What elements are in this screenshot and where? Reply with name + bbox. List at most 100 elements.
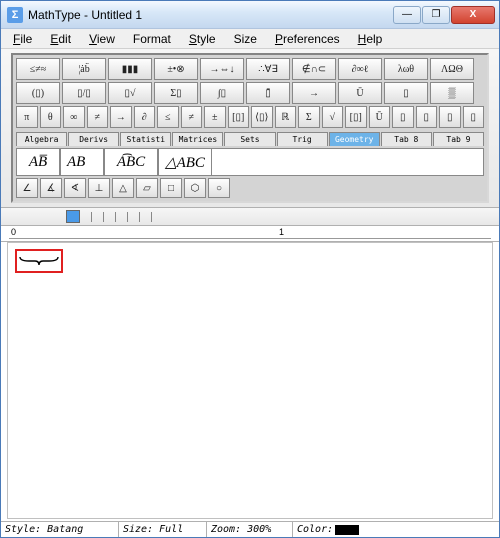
palette2-btn-2[interactable]: ▯√ <box>108 82 152 104</box>
palette2-btn-6[interactable]: → <box>292 82 336 104</box>
tab-geometry[interactable]: Geometry <box>329 132 380 146</box>
palette3-btn-12[interactable]: Σ <box>298 106 320 128</box>
menu-file[interactable]: File <box>5 31 40 47</box>
close-button[interactable]: X <box>451 6 495 24</box>
menu-size[interactable]: Size <box>226 31 265 47</box>
tab-tab 9[interactable]: Tab 9 <box>433 132 484 146</box>
palette1-btn-2[interactable]: ▮▮▮ <box>108 58 152 80</box>
status-zoom: Zoom: 300% <box>207 522 293 537</box>
geom-btn-4[interactable]: △ <box>112 178 134 198</box>
palette2-btn-3[interactable]: Σ▯ <box>154 82 198 104</box>
status-color: Color: <box>293 522 499 537</box>
palette1-btn-6[interactable]: ∉∩⊂ <box>292 58 336 80</box>
tab-algebra[interactable]: Algebra <box>16 132 67 146</box>
tab-statisti[interactable]: Statisti <box>120 132 171 146</box>
maximize-button[interactable]: ❐ <box>422 6 450 24</box>
tab-trig[interactable]: Trig <box>277 132 328 146</box>
palette3-btn-17[interactable]: ▯ <box>416 106 438 128</box>
menu-style[interactable]: Style <box>181 31 224 47</box>
template-palette-row2: (▯)▯/▯▯√Σ▯∫▯▯̄→Ū▯▒ <box>16 82 484 104</box>
statusbar: Style: Batang Size: Full Zoom: 300% Colo… <box>1 521 499 537</box>
palette3-btn-3[interactable]: ≠ <box>87 106 109 128</box>
ruler-mark-1: 1 <box>279 227 284 237</box>
status-size: Size: Full <box>119 522 207 537</box>
palette1-btn-9[interactable]: ΛΩΘ <box>430 58 474 80</box>
tab-sets[interactable]: Sets <box>224 132 275 146</box>
palette1-btn-1[interactable]: ¦ȧb̈ <box>62 58 106 80</box>
palette3-btn-9[interactable]: [▯] <box>228 106 250 128</box>
color-indicator[interactable] <box>66 210 80 223</box>
geom-btn-1[interactable]: ∡ <box>40 178 62 198</box>
color-swatch[interactable] <box>335 525 359 535</box>
symbol-palette-row1: ≤≠≈¦ȧb̈▮▮▮±•⊗→⇔↓∴∀∃∉∩⊂∂∞ℓλωθΛΩΘ <box>16 58 484 80</box>
app-window: Σ MathType - Untitled 1 — ❐ X FileEditVi… <box>0 0 500 538</box>
geometry-symbols-row: ∠∡∢⊥△▱□⬡○ <box>16 178 484 198</box>
palette3-btn-7[interactable]: ≠ <box>181 106 203 128</box>
palette3-btn-15[interactable]: Ū <box>369 106 391 128</box>
geom-btn-7[interactable]: ⬡ <box>184 178 206 198</box>
small-palette-row3: πθ∞≠→∂≤≠±[▯]⟨▯⟩ℝΣ√[▯]Ū▯▯▯▯ <box>16 106 484 128</box>
palette1-btn-8[interactable]: λωθ <box>384 58 428 80</box>
secondary-toolbar <box>1 208 499 226</box>
ruler-mark-0: 0 <box>11 227 16 237</box>
gallery-filler <box>212 148 484 176</box>
palette3-btn-5[interactable]: ∂ <box>134 106 156 128</box>
window-title: MathType - Untitled 1 <box>28 8 393 22</box>
palette2-btn-9[interactable]: ▒ <box>430 82 474 104</box>
palette3-btn-4[interactable]: → <box>110 106 132 128</box>
menu-preferences[interactable]: Preferences <box>267 31 348 47</box>
palette3-btn-19[interactable]: ▯ <box>463 106 485 128</box>
palette3-btn-8[interactable]: ± <box>204 106 226 128</box>
palette3-btn-11[interactable]: ℝ <box>275 106 297 128</box>
gallery-btn-1[interactable]: AB⃗ <box>60 148 104 176</box>
menu-view[interactable]: View <box>81 31 123 47</box>
toolbar-area: ≤≠≈¦ȧb̈▮▮▮±•⊗→⇔↓∴∀∃∉∩⊂∂∞ℓλωθΛΩΘ (▯)▯/▯▯√… <box>1 49 499 208</box>
palette2-btn-4[interactable]: ∫▯ <box>200 82 244 104</box>
palette3-btn-6[interactable]: ≤ <box>157 106 179 128</box>
palette2-btn-0[interactable]: (▯) <box>16 82 60 104</box>
minimize-button[interactable]: — <box>393 6 421 24</box>
horizontal-ruler[interactable]: 0 1 <box>1 226 499 242</box>
gallery-btn-0[interactable]: AB̅ <box>16 148 60 176</box>
status-style: Style: Batang <box>1 522 119 537</box>
palette1-btn-3[interactable]: ±•⊗ <box>154 58 198 80</box>
geom-btn-2[interactable]: ∢ <box>64 178 86 198</box>
palette3-btn-13[interactable]: √ <box>322 106 344 128</box>
palette1-btn-7[interactable]: ∂∞ℓ <box>338 58 382 80</box>
geom-btn-3[interactable]: ⊥ <box>88 178 110 198</box>
app-icon: Σ <box>7 7 23 23</box>
gallery-row: AB̅AB⃗A͡BC△ABC <box>16 148 484 176</box>
geom-btn-8[interactable]: ○ <box>208 178 230 198</box>
underbrace-icon <box>19 254 59 268</box>
palette3-btn-10[interactable]: ⟨▯⟩ <box>251 106 273 128</box>
menu-edit[interactable]: Edit <box>42 31 79 47</box>
tab-matrices[interactable]: Matrices <box>172 132 223 146</box>
palette2-btn-8[interactable]: ▯ <box>384 82 428 104</box>
titlebar[interactable]: Σ MathType - Untitled 1 — ❐ X <box>1 1 499 29</box>
geom-btn-6[interactable]: □ <box>160 178 182 198</box>
category-tabs: AlgebraDerivsStatistiMatricesSetsTrigGeo… <box>16 132 484 146</box>
palette3-btn-16[interactable]: ▯ <box>392 106 414 128</box>
gallery-btn-2[interactable]: A͡BC <box>104 148 158 176</box>
menu-format[interactable]: Format <box>125 31 179 47</box>
tab-tab 8[interactable]: Tab 8 <box>381 132 432 146</box>
palette1-btn-0[interactable]: ≤≠≈ <box>16 58 60 80</box>
palette3-btn-2[interactable]: ∞ <box>63 106 85 128</box>
palette2-btn-7[interactable]: Ū <box>338 82 382 104</box>
gallery-btn-3[interactable]: △ABC <box>158 148 212 176</box>
geom-btn-0[interactable]: ∠ <box>16 178 38 198</box>
tab-derivs[interactable]: Derivs <box>68 132 119 146</box>
palette2-btn-1[interactable]: ▯/▯ <box>62 82 106 104</box>
palette1-btn-4[interactable]: →⇔↓ <box>200 58 244 80</box>
palette3-btn-0[interactable]: π <box>16 106 38 128</box>
palette3-btn-14[interactable]: [▯] <box>345 106 367 128</box>
palette3-btn-1[interactable]: θ <box>40 106 62 128</box>
palette3-btn-18[interactable]: ▯ <box>439 106 461 128</box>
selected-equation-box[interactable] <box>15 249 63 273</box>
palette2-btn-5[interactable]: ▯̄ <box>246 82 290 104</box>
menubar: FileEditViewFormatStyleSizePreferencesHe… <box>1 29 499 49</box>
palette1-btn-5[interactable]: ∴∀∃ <box>246 58 290 80</box>
menu-help[interactable]: Help <box>350 31 391 47</box>
editor-canvas[interactable] <box>7 242 493 519</box>
geom-btn-5[interactable]: ▱ <box>136 178 158 198</box>
